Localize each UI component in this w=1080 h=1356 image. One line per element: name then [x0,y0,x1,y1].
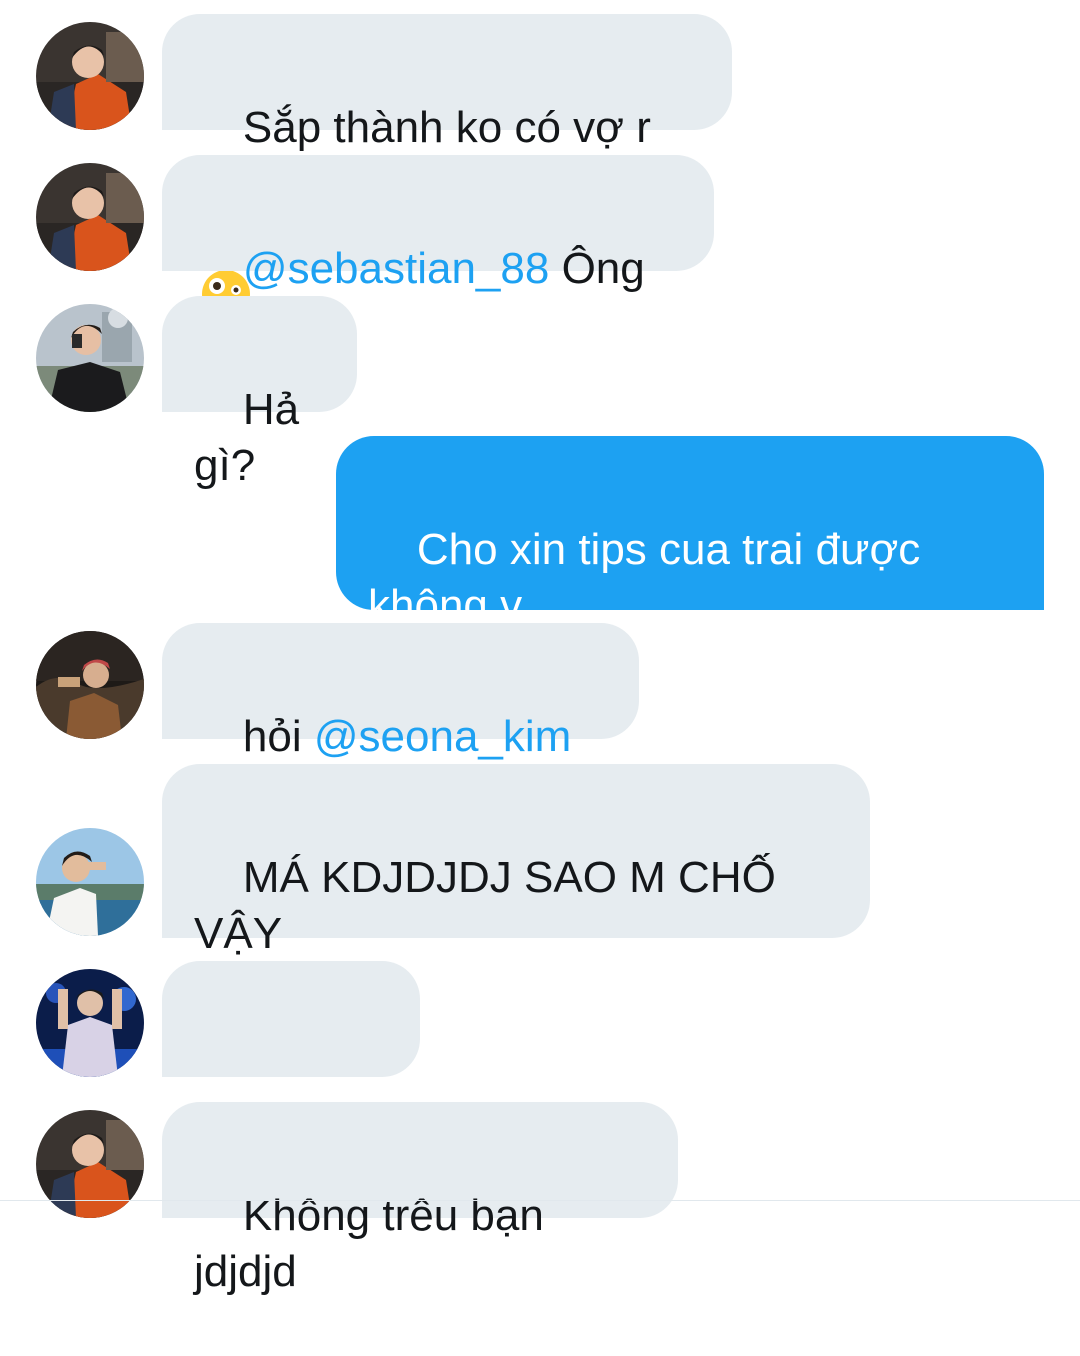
user-mention-link[interactable]: @sebastian_88 [243,244,549,293]
message-thread[interactable]: Sắp thành ko có vợ r @sebastian_88 Ông H… [0,0,1080,1296]
sender-avatar[interactable] [36,1110,144,1218]
message-text: Hả gì? [194,385,312,490]
avatar-photo [36,828,144,936]
message-text-line-1: MÁ KDJDJDJ SAO M CHỐ [242,853,776,902]
message-bubble[interactable]: Sắp thành ko có vợ r [162,14,732,318]
sender-avatar[interactable] [36,969,144,1077]
avatar-photo [36,22,144,130]
sender-avatar[interactable] [36,631,144,739]
sender-avatar[interactable] [36,163,144,271]
avatar-photo [36,969,144,1077]
message-text-line-1: Cho xin tips cua trai được [416,525,921,574]
avatar-photo [36,163,144,271]
message-bubble[interactable]: hỏi @seona_kim nè [162,623,639,817]
message-bubble[interactable]: jsjejejeje [162,961,420,1155]
avatar-photo [36,631,144,739]
sender-avatar[interactable] [36,828,144,936]
outgoing-message-bubble[interactable]: Cho xin tips cua trai được không v... [336,436,1044,630]
message-text: hỏi [242,712,314,761]
message-bubble[interactable]: @sebastian_88 Ông zà [162,155,714,349]
sender-avatar[interactable] [36,304,144,412]
avatar-photo [36,304,144,412]
message-text: Không trêu bạn jdjdjd [194,1191,557,1296]
message-text: Sắp thành ko có vợ r [242,103,651,152]
message-bubble[interactable]: MÁ KDJDJDJ SAO M CHỐ VẬY [162,764,870,958]
sender-avatar[interactable] [36,22,144,130]
message-bubble[interactable]: Hả gì? [162,296,357,490]
divider [0,1200,1080,1201]
user-mention-link[interactable]: @seona_kim [314,712,571,761]
message-text-line-2: VẬY [194,909,283,958]
avatar-photo [36,1110,144,1218]
